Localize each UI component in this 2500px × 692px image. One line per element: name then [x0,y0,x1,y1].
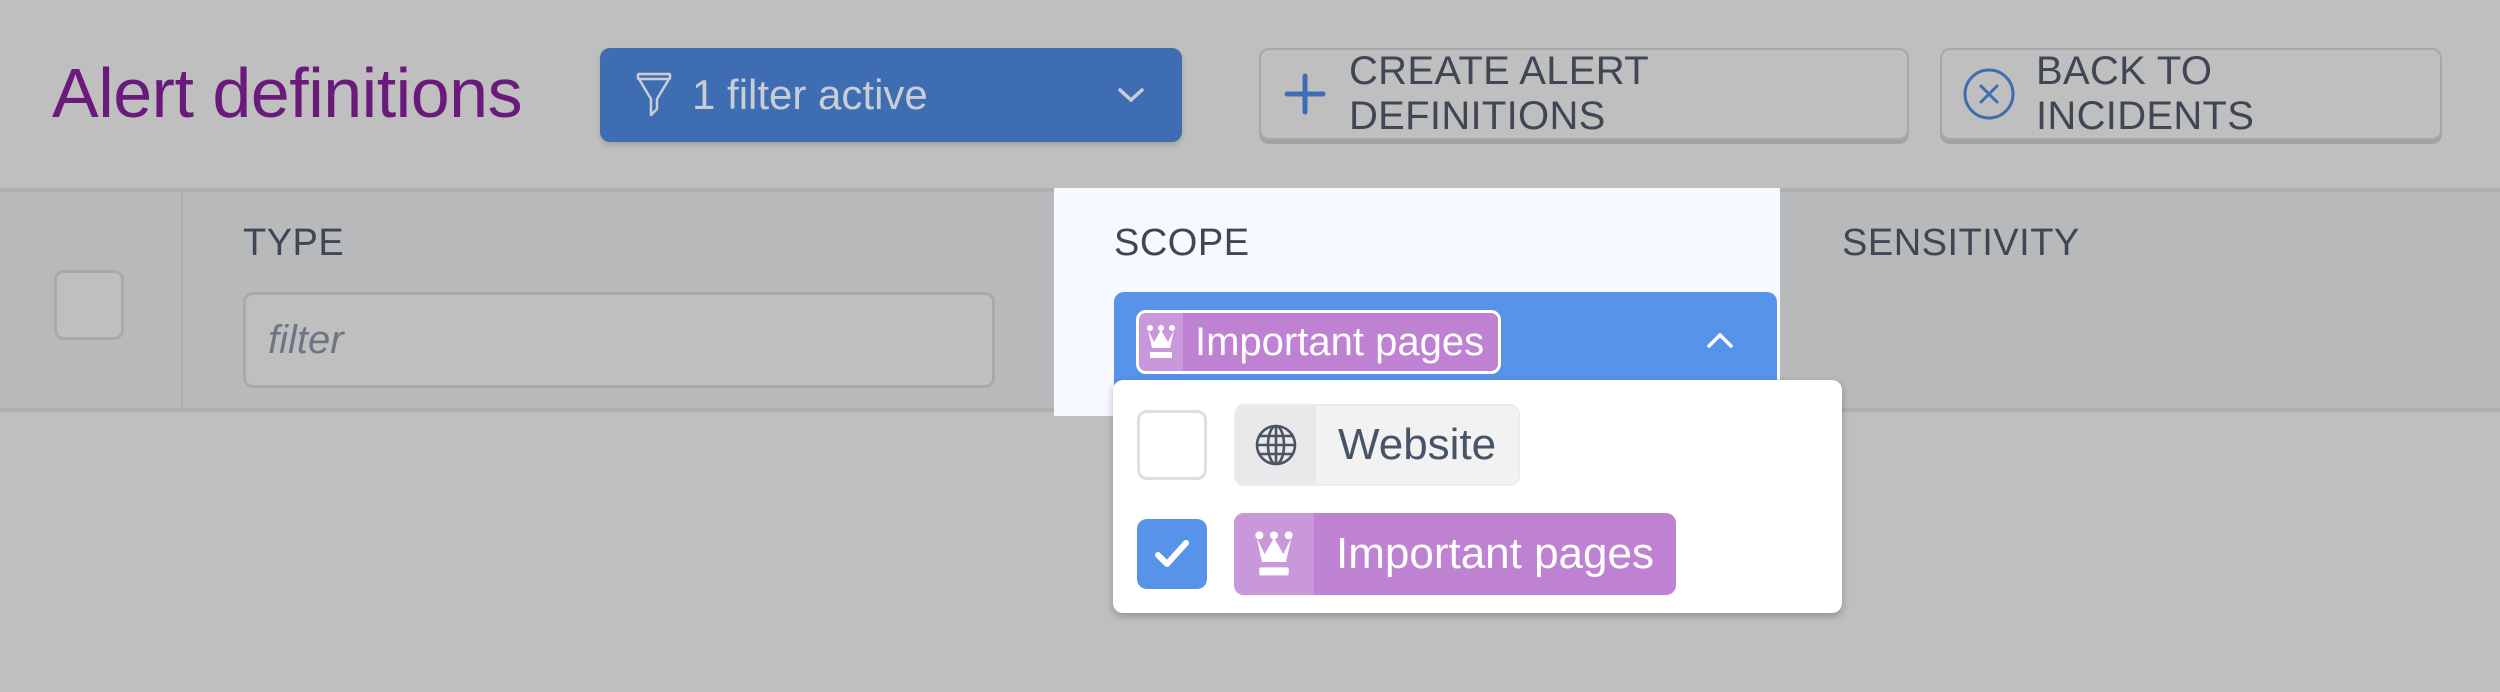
filter-dropdown-button[interactable]: 1 filter active [600,48,1182,142]
back-to-incidents-button[interactable]: BACK TO INCIDENTS [1940,48,2442,140]
sensitivity-column-label: SENSITIVITY [1842,222,2080,264]
selected-scope-label: Important pages [1195,319,1485,364]
crown-icon [1147,325,1175,358]
scope-option-important-pages[interactable]: Important pages [1137,513,1676,595]
page-title: Alert definitions [52,54,523,132]
create-alert-definitions-button[interactable]: CREATE ALERT DEFINITIONS [1259,48,1909,140]
type-column-label: TYPE [243,222,345,264]
table-header: TYPE SCOPE Important pages SENSITIVITY [0,188,2500,416]
option-checkbox-checked[interactable] [1137,519,1207,589]
plus-icon [1284,73,1326,115]
important-pages-chip: Important pages [1234,513,1676,595]
funnel-icon [636,72,672,117]
crown-icon [1255,531,1293,576]
circle-x-icon [1963,68,2015,120]
scope-filter-select[interactable]: Important pages [1114,292,1777,392]
checkmark-icon [1155,540,1189,567]
chevron-down-icon [1118,88,1144,103]
option-label: Website [1338,420,1497,469]
filter-button-label: 1 filter active [692,71,928,118]
selected-scope-chip: Important pages [1136,310,1502,374]
option-checkbox[interactable] [1137,410,1207,480]
chevron-up-icon[interactable] [1705,330,1735,350]
scope-column-label: SCOPE [1114,222,1250,264]
option-label: Important pages [1336,529,1654,578]
globe-icon [1255,424,1297,466]
website-chip: Website [1234,404,1521,486]
select-column [0,192,183,408]
sensitivity-column-header: SENSITIVITY [1780,192,2500,408]
create-button-label: CREATE ALERT DEFINITIONS [1349,49,1649,138]
scope-option-website[interactable]: Website [1137,404,1521,486]
select-all-checkbox[interactable] [54,270,124,340]
scope-dropdown-menu: Website Important pages [1113,380,1842,613]
type-filter-input[interactable] [243,292,995,388]
type-column-header: TYPE [183,192,1054,408]
back-button-label: BACK TO INCIDENTS [2036,49,2255,138]
